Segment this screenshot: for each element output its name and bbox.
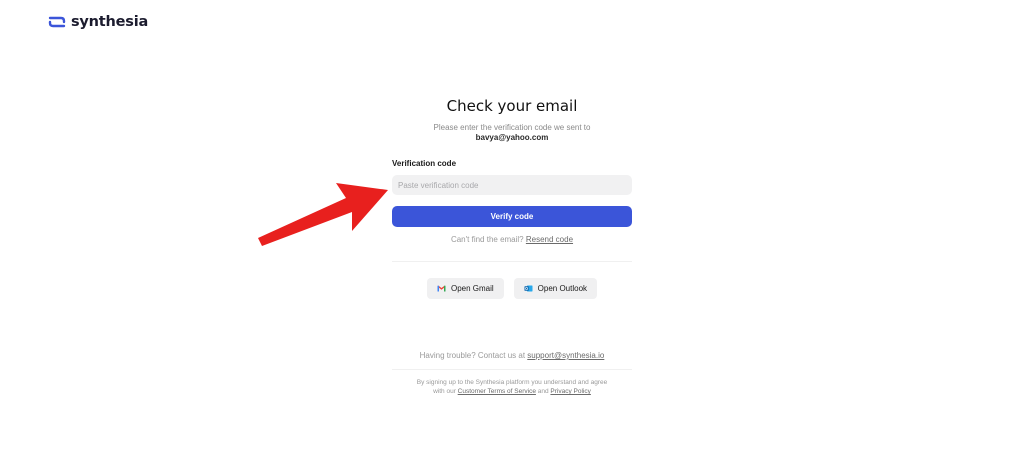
synthesia-logo[interactable]: synthesia (48, 14, 148, 30)
page-title: Check your email (446, 97, 578, 115)
support-row: Having trouble? Contact us at support@sy… (392, 351, 632, 361)
open-gmail-label: Open Gmail (450, 284, 494, 293)
verification-code-input[interactable] (392, 175, 632, 195)
divider (392, 261, 632, 262)
synthesia-logo-icon (48, 16, 66, 28)
privacy-policy-link[interactable]: Privacy Policy (550, 388, 590, 395)
verification-code-label: Verification code (392, 159, 457, 168)
outlook-icon (524, 285, 533, 292)
resend-prompt: Can't find the email? (450, 235, 524, 244)
resend-code-link[interactable]: Resend code (526, 235, 573, 244)
brand-name: synthesia (71, 14, 149, 30)
legal-text-line1: By signing up to the Synthesia platform … (416, 379, 608, 386)
legal-notice: By signing up to the Synthesia platform … (392, 378, 632, 396)
resend-row: Can't find the email? Resend code (392, 235, 632, 245)
page-subtitle: Please enter the verification code we se… (433, 123, 591, 132)
mail-buttons: Open Gmail Open Outlook (392, 278, 632, 299)
gmail-icon (437, 285, 446, 292)
legal-text-line2: with our (433, 388, 456, 395)
legal-divider (392, 369, 632, 370)
open-outlook-label: Open Outlook (537, 284, 588, 293)
verification-card: Check your email Please enter the verifi… (392, 96, 632, 299)
terms-of-service-link[interactable]: Customer Terms of Service (458, 388, 536, 395)
open-outlook-button[interactable]: Open Outlook (513, 278, 598, 299)
support-prompt: Having trouble? Contact us at (419, 351, 526, 360)
legal-and: and (537, 388, 549, 395)
recipient-email: bavya@yahoo.com (475, 133, 549, 142)
verify-code-button[interactable]: Verify code (392, 206, 632, 227)
support-email-link[interactable]: support@synthesia.io (527, 351, 604, 360)
open-gmail-button[interactable]: Open Gmail (426, 278, 504, 299)
